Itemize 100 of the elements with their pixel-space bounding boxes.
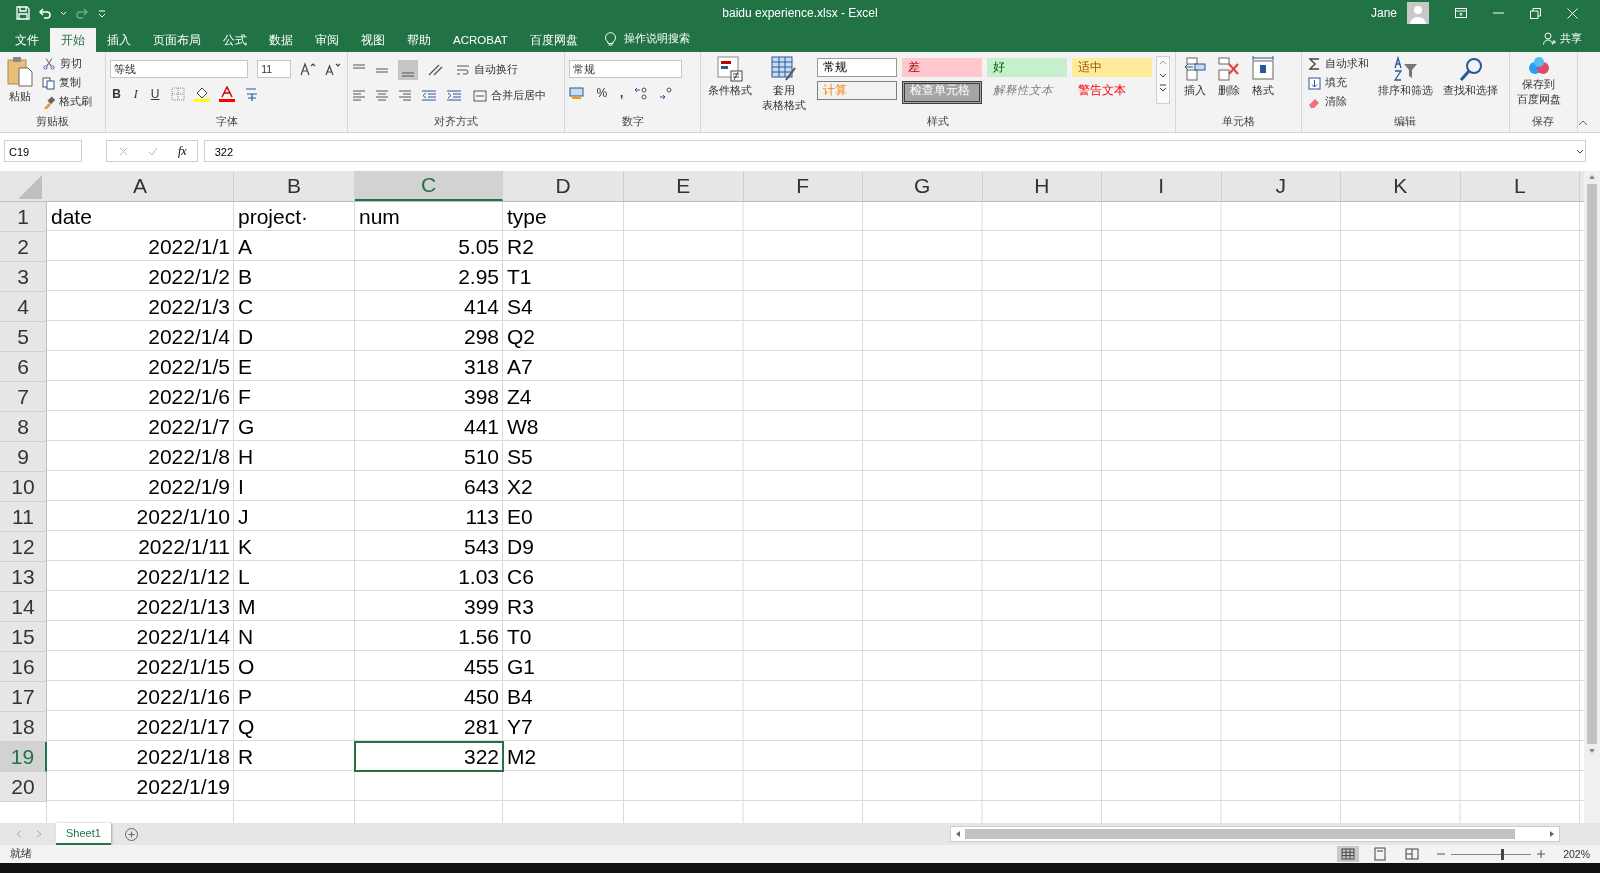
cell-style[interactable]: 常规 <box>817 58 898 77</box>
ribbon-tab[interactable]: 文件 <box>4 28 50 52</box>
zoom-slider[interactable] <box>1500 848 1504 860</box>
format-as-table-button[interactable]: 套用 表格格式 <box>759 56 810 112</box>
format-cells-button[interactable]: 格式 <box>1248 56 1279 97</box>
scroll-left-icon[interactable] <box>955 830 961 838</box>
paste-button[interactable]: 粘贴 <box>4 56 36 103</box>
insert-function-button[interactable]: fx <box>178 143 187 159</box>
column-header[interactable]: H <box>982 171 1102 201</box>
delete-cells-button[interactable]: 删除 <box>1214 56 1245 97</box>
row-header[interactable]: 10 <box>0 472 47 502</box>
ribbon-tab[interactable]: 页面布局 <box>142 28 212 52</box>
font-size-field[interactable]: 11 <box>257 60 292 78</box>
row-header[interactable]: 17 <box>0 682 47 712</box>
row-header[interactable]: 19 <box>0 742 47 772</box>
scroll-up-icon[interactable] <box>1588 174 1596 180</box>
column-header[interactable]: E <box>624 171 744 201</box>
scroll-down-icon[interactable] <box>1159 72 1168 78</box>
ribbon-tab[interactable]: 审阅 <box>304 28 350 52</box>
column-header[interactable]: A <box>47 171 234 201</box>
sheet-tab[interactable]: Sheet1 <box>56 823 111 845</box>
cancel-icon[interactable] <box>119 146 128 156</box>
name-box[interactable]: C19 <box>4 140 82 162</box>
scrollbar-thumb[interactable] <box>965 829 1515 839</box>
share-button[interactable]: 共享 <box>1560 31 1582 46</box>
row-header[interactable]: 16 <box>0 652 47 682</box>
phonetic-icon[interactable] <box>243 86 260 102</box>
expand-icon[interactable] <box>1576 148 1584 154</box>
align-left-icon[interactable] <box>352 90 367 102</box>
check-icon[interactable] <box>148 146 158 156</box>
redo-icon[interactable] <box>75 6 89 20</box>
cell-style[interactable]: 差 <box>902 58 983 77</box>
ribbon-tab[interactable]: 插入 <box>96 28 142 52</box>
row-header[interactable]: 1 <box>0 202 47 232</box>
grow-font-icon[interactable] <box>300 62 317 76</box>
fill-button[interactable]: 填充 <box>1306 75 1372 91</box>
scroll-up-icon[interactable] <box>1159 60 1168 66</box>
add-sheet-icon[interactable] <box>124 827 138 841</box>
ribbon-tab[interactable]: 视图 <box>350 28 396 52</box>
cell-style[interactable]: 好 <box>987 58 1068 77</box>
person-icon[interactable] <box>1543 32 1556 45</box>
fill-color-icon[interactable] <box>193 86 210 102</box>
merge-center-button[interactable]: 合并后居中 <box>471 88 549 104</box>
column-header[interactable]: I <box>1102 171 1222 201</box>
row-header[interactable]: 11 <box>0 502 47 532</box>
align-center-icon[interactable] <box>375 90 390 102</box>
ribbon-display-icon[interactable] <box>1455 8 1467 18</box>
currency-icon[interactable] <box>569 86 586 100</box>
font-color-icon[interactable] <box>218 86 235 102</box>
cell-style[interactable]: 警告文本 <box>1072 81 1153 100</box>
ribbon-tab[interactable]: 数据 <box>258 28 304 52</box>
zoom-out-icon[interactable] <box>1437 850 1446 858</box>
italic-button[interactable]: I <box>131 86 140 102</box>
lightbulb-icon[interactable] <box>604 31 616 46</box>
percent-button[interactable]: % <box>594 86 610 100</box>
zoom-level[interactable]: 202% <box>1563 848 1590 860</box>
font-name-field[interactable]: 等线 <box>110 60 249 78</box>
shrink-font-icon[interactable] <box>325 62 342 76</box>
number-format-field[interactable]: 常规 <box>569 60 683 78</box>
close-icon[interactable] <box>1567 7 1578 19</box>
copy-button[interactable]: 复制 <box>40 75 94 91</box>
save-icon[interactable] <box>16 6 30 20</box>
ribbon-tab[interactable]: ACROBAT <box>442 28 519 52</box>
comma-button[interactable]: , <box>618 86 626 100</box>
more-icon[interactable] <box>1159 84 1168 92</box>
ribbon-tab[interactable]: 公式 <box>212 28 258 52</box>
collapse-ribbon-icon[interactable] <box>1578 120 1588 126</box>
insert-cells-button[interactable]: 插入 <box>1180 56 1211 97</box>
row-header[interactable]: 7 <box>0 382 47 412</box>
format-painter-button[interactable]: 格式刷 <box>40 94 94 110</box>
row-header[interactable]: 12 <box>0 532 47 562</box>
clear-button[interactable]: 清除 <box>1306 94 1372 110</box>
page-layout-icon[interactable] <box>1373 847 1388 861</box>
sort-filter-button[interactable]: 排序和筛选 <box>1375 56 1437 97</box>
decrease-indent-icon[interactable] <box>421 90 438 102</box>
customize-icon[interactable] <box>97 8 107 18</box>
column-header[interactable]: D <box>503 171 624 201</box>
ribbon-tab[interactable]: 帮助 <box>396 28 442 52</box>
row-header[interactable]: 20 <box>0 772 47 802</box>
row-header[interactable]: 5 <box>0 322 47 352</box>
column-header[interactable]: K <box>1341 171 1461 201</box>
column-header[interactable]: F <box>743 171 863 201</box>
cell-style[interactable]: 适中 <box>1072 58 1153 77</box>
undo-icon[interactable] <box>38 6 52 20</box>
wrap-text-button[interactable]: 自动换行 <box>454 62 521 78</box>
save-to-cloud-button[interactable]: 保存到 百度网盘 <box>1513 56 1564 106</box>
search-field[interactable]: 操作说明搜索 <box>623 31 690 46</box>
scroll-right-icon[interactable] <box>1549 830 1555 838</box>
row-header[interactable]: 9 <box>0 442 47 472</box>
row-header[interactable]: 18 <box>0 712 47 742</box>
row-header[interactable]: 4 <box>0 292 47 322</box>
column-header[interactable]: C <box>355 171 503 201</box>
row-header[interactable]: 8 <box>0 412 47 442</box>
scrollbar-thumb[interactable] <box>1587 184 1597 744</box>
increase-indent-icon[interactable] <box>446 90 463 102</box>
conditional-format-button[interactable]: 条件格式 <box>705 56 756 97</box>
restore-icon[interactable] <box>1530 7 1541 19</box>
row-header[interactable]: 6 <box>0 352 47 382</box>
ribbon-tab[interactable]: 开始 <box>50 28 96 52</box>
row-header[interactable]: 13 <box>0 562 47 592</box>
